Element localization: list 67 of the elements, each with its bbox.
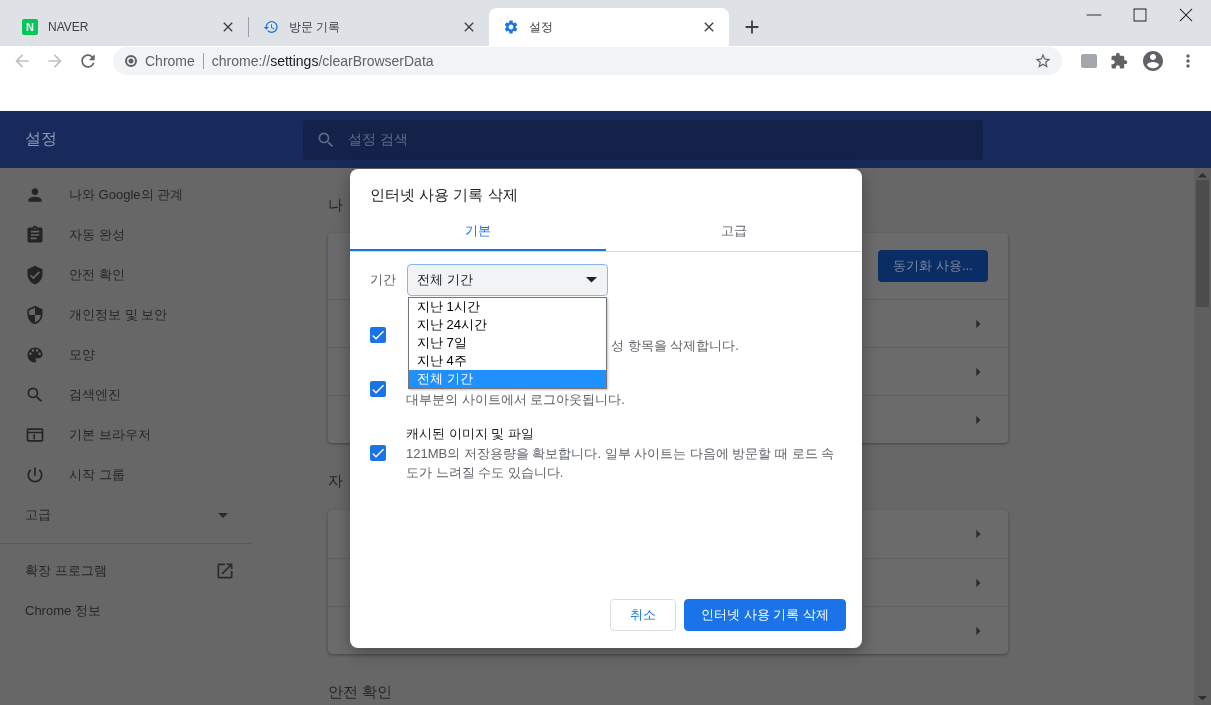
palette-icon — [25, 345, 45, 365]
page-title: 설정 — [24, 129, 58, 149]
star-icon[interactable] — [1034, 52, 1052, 70]
checkbox[interactable] — [370, 444, 386, 461]
search-field[interactable]: 설정 검색 — [303, 119, 983, 160]
period-dropdown[interactable]: 전체 기간 — [407, 264, 608, 296]
search-icon — [25, 385, 45, 405]
external-link-icon — [215, 561, 235, 581]
checkbox[interactable] — [370, 327, 386, 343]
sidebar-item[interactable]: 개인정보 및 보안 — [0, 295, 251, 335]
option-title: 캐시된 이미지 및 파일 — [406, 425, 535, 443]
sidebar-item[interactable]: 검색엔진 — [0, 375, 251, 415]
section-heading: 자 — [328, 471, 343, 491]
search-placeholder: 설정 검색 — [348, 130, 408, 149]
dropdown-option[interactable]: 지난 24시간 — [409, 316, 606, 334]
site-label: Chrome — [145, 53, 195, 69]
sidebar-item[interactable]: 모양 — [0, 335, 251, 375]
field-label: 기간 — [370, 271, 396, 289]
tab-title: NAVER — [48, 20, 90, 34]
settings-icon — [503, 19, 519, 35]
naver-icon: N — [22, 19, 38, 35]
sidebar-item[interactable]: 자동 완성 — [0, 215, 251, 255]
checkbox[interactable] — [370, 381, 386, 397]
sidebar-item[interactable]: 기본 브라우저 — [0, 415, 251, 455]
dialog-title: 인터넷 사용 기록 삭제 — [369, 185, 519, 205]
history-icon — [263, 19, 279, 35]
dialog-tab[interactable]: 기본 — [350, 215, 606, 251]
sidebar-link[interactable]: 확장 프로그램 — [0, 551, 251, 591]
clipboard-icon — [25, 225, 45, 245]
shield-check-icon — [25, 265, 45, 285]
section-heading: 나 — [328, 195, 343, 215]
sidebar-link[interactable]: Chrome 정보 — [0, 591, 251, 631]
section-heading: 안전 확인 — [328, 682, 393, 702]
caret-icon — [218, 512, 228, 518]
browser-window-icon — [25, 425, 45, 445]
sidebar-item[interactable]: 안전 확인 — [0, 255, 251, 295]
profile-icon[interactable] — [1141, 49, 1165, 73]
option-description: 성 항목을 삭제합니다. — [611, 337, 740, 355]
scrollbar[interactable] — [1194, 168, 1211, 705]
tab-title: 설정 — [529, 18, 554, 36]
delete-button[interactable]: 인터넷 사용 기록 삭제 — [684, 599, 846, 631]
puzzle-icon[interactable] — [1110, 52, 1128, 70]
dropdown-option[interactable]: 전체 기간 — [409, 370, 606, 388]
dropdown-option[interactable]: 지난 4주 — [409, 352, 606, 370]
sync-button[interactable]: 동기화 사용... — [878, 250, 988, 282]
option-description: 대부분의 사이트에서 로그아웃됩니다. — [406, 391, 626, 409]
option-description: 121MB의 저장용량을 확보합니다. 일부 사이트는 다음에 방문할 때 로드 속도가 느려질 수도 있습니다. — [406, 445, 836, 482]
chrome-icon — [125, 55, 137, 67]
scrollbar-thumb[interactable] — [1196, 179, 1209, 307]
sidebar-item[interactable]: 고급 — [0, 495, 251, 535]
caret-icon — [586, 277, 597, 283]
tab-title: 방문 기록 — [289, 18, 342, 36]
reload-icon[interactable] — [78, 51, 98, 71]
sidebar-item[interactable]: 나와 Google의 관계 — [0, 175, 251, 215]
browser-tab[interactable]: 설정 — [489, 8, 729, 46]
scroll-down-icon[interactable] — [1198, 695, 1207, 700]
browser-tab[interactable]: N NAVER — [8, 8, 248, 46]
dropdown-option[interactable]: 지난 1시간 — [409, 298, 606, 316]
shield-icon — [25, 305, 45, 325]
browser-tab[interactable]: 방문 기록 — [249, 8, 489, 46]
dialog-tab[interactable]: 고급 — [606, 215, 862, 251]
cancel-button[interactable]: 취소 — [610, 599, 677, 631]
power-icon — [25, 465, 45, 485]
address-bar[interactable]: Chrome chrome://settings/clearBrowserData — [113, 47, 1062, 75]
url-text: chrome://settings/clearBrowserData — [211, 53, 434, 69]
sidebar-item[interactable]: 시작 그룹 — [0, 455, 251, 495]
dropdown-option[interactable]: 지난 7일 — [409, 334, 606, 352]
